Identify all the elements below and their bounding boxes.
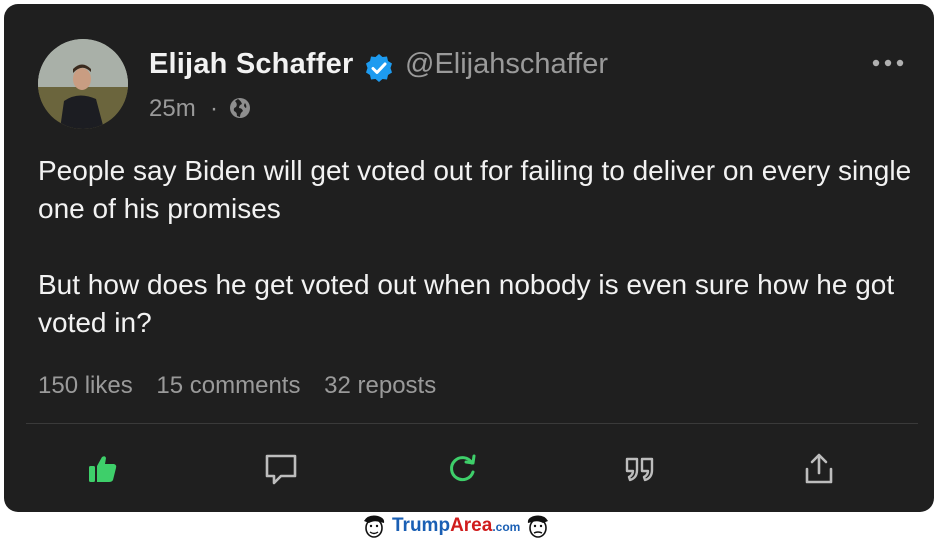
repost-button[interactable] xyxy=(443,450,481,488)
divider xyxy=(26,423,918,424)
post-paragraph: But how does he get voted out when nobod… xyxy=(38,269,895,338)
caricature-face-icon xyxy=(528,515,549,538)
globe-icon xyxy=(230,98,250,118)
more-options-icon[interactable] xyxy=(870,56,906,70)
post-body: People say Biden will get voted out for … xyxy=(38,152,918,342)
post-time[interactable]: 25m xyxy=(149,95,196,123)
comment-icon xyxy=(265,454,297,485)
like-button[interactable] xyxy=(84,450,122,488)
post-paragraph: People say Biden will get voted out for … xyxy=(38,155,912,224)
comments-count[interactable]: 15 comments xyxy=(156,372,300,399)
avatar[interactable] xyxy=(38,39,128,129)
separator-dot: · xyxy=(210,95,218,122)
watermark-logo: TrumpArea.com xyxy=(360,512,552,539)
quote-icon xyxy=(625,457,654,482)
likes-count[interactable]: 150 likes xyxy=(38,372,133,399)
share-button[interactable] xyxy=(800,450,838,488)
thumbs-up-icon xyxy=(89,456,117,482)
avatar-photo xyxy=(38,39,128,129)
watermark-text: TrumpArea.com xyxy=(392,514,521,536)
repost-icon xyxy=(450,454,476,482)
caricature-face-icon xyxy=(364,515,385,538)
post-stats: 150 likes 15 comments 32 reposts xyxy=(38,372,453,400)
comment-button[interactable] xyxy=(262,450,300,488)
verified-badge-icon xyxy=(366,54,392,82)
post-card: Elijah Schaffer @Elijahschaffer 25m · Pe… xyxy=(4,4,934,512)
quote-button[interactable] xyxy=(621,450,659,488)
reposts-count[interactable]: 32 reposts xyxy=(324,372,436,399)
author-handle[interactable]: @Elijahschaffer xyxy=(405,48,608,81)
author-name[interactable]: Elijah Schaffer xyxy=(149,48,353,81)
share-icon xyxy=(805,453,833,484)
